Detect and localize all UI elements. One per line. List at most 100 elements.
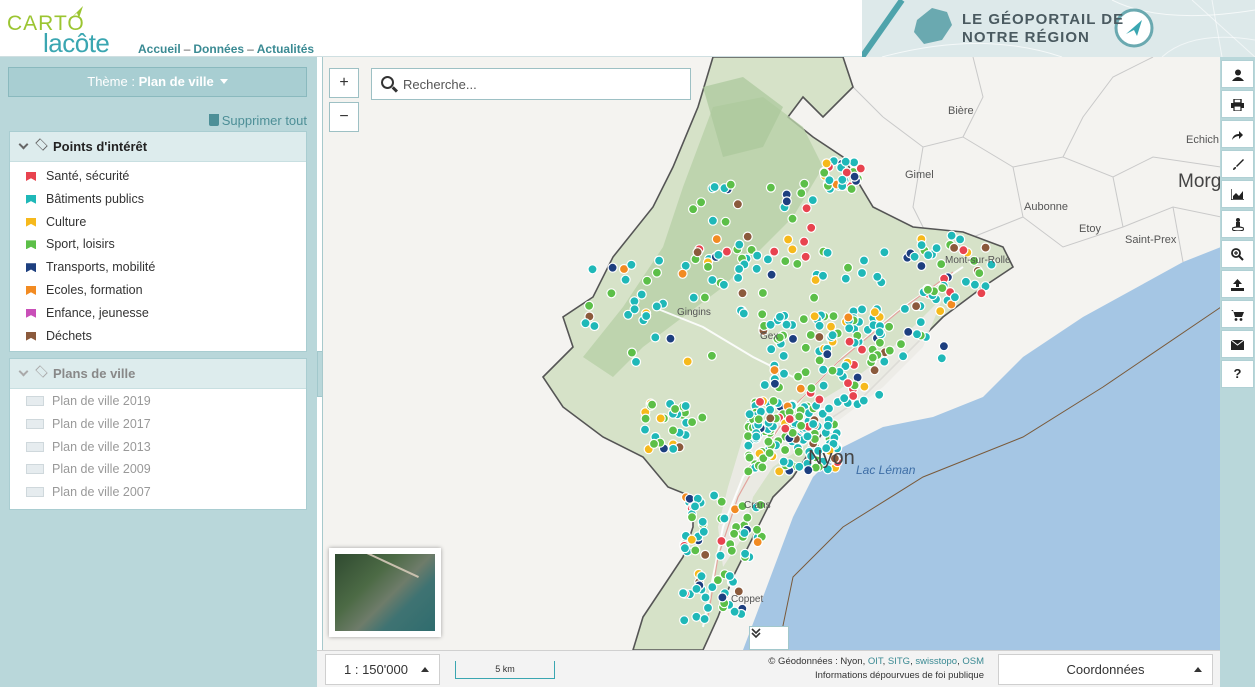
credit-link-sitg[interactable]: SITG	[888, 656, 910, 667]
poi-marker[interactable]	[793, 446, 804, 457]
poi-marker[interactable]	[976, 288, 987, 299]
credit-link-swisstopo[interactable]: swisstopo	[915, 656, 957, 667]
poi-marker[interactable]	[855, 163, 866, 174]
poi-marker[interactable]	[642, 275, 653, 286]
poi-marker[interactable]	[856, 344, 868, 355]
poi-marker[interactable]	[691, 583, 702, 595]
poi-marker[interactable]	[769, 378, 780, 389]
poi-marker[interactable]	[822, 247, 833, 258]
poi-marker[interactable]	[828, 311, 839, 322]
poi-marker[interactable]	[806, 222, 817, 233]
poi-marker[interactable]	[768, 395, 779, 407]
poi-marker[interactable]	[679, 615, 690, 626]
poi-marker[interactable]	[724, 570, 735, 582]
poi-marker[interactable]	[709, 490, 720, 501]
poi-marker[interactable]	[686, 512, 698, 523]
poi-marker[interactable]	[948, 242, 960, 253]
poi-marker[interactable]	[844, 336, 855, 347]
poi-marker[interactable]	[822, 420, 833, 431]
poi-marker[interactable]	[774, 311, 785, 322]
poi-marker[interactable]	[757, 462, 768, 473]
poi-marker[interactable]	[794, 461, 805, 472]
poi-marker[interactable]	[680, 400, 691, 412]
poi-marker[interactable]	[690, 545, 701, 556]
poi-marker[interactable]	[958, 245, 969, 256]
poi-marker[interactable]	[806, 383, 817, 394]
poi-marker[interactable]	[763, 436, 774, 447]
poi-marker[interactable]	[762, 254, 773, 265]
poi-marker[interactable]	[647, 399, 658, 410]
poi-layer-item[interactable]: Déchets	[10, 325, 306, 348]
poi-marker[interactable]	[867, 352, 878, 363]
poi-marker[interactable]	[936, 353, 947, 364]
poi-marker[interactable]	[689, 501, 701, 512]
credit-link-oit[interactable]: OIT	[868, 656, 883, 667]
poi-marker[interactable]	[980, 242, 991, 253]
poi-marker[interactable]	[757, 287, 768, 299]
poi-marker[interactable]	[842, 378, 854, 389]
poi-marker[interactable]	[821, 158, 832, 169]
help-icon[interactable]: ?	[1221, 360, 1254, 388]
poi-marker[interactable]	[897, 351, 909, 362]
poi-marker[interactable]	[843, 312, 854, 323]
poi-marker[interactable]	[974, 268, 985, 279]
poi-marker[interactable]	[651, 301, 662, 312]
poi-layer-item[interactable]: Ecoles, formation	[10, 279, 306, 302]
poi-marker[interactable]	[780, 423, 791, 434]
poi-marker[interactable]	[740, 548, 751, 559]
zoom-icon[interactable]	[1221, 240, 1254, 268]
poi-marker[interactable]	[752, 537, 763, 548]
nav-actualites[interactable]: Actualités	[257, 42, 314, 56]
poi-marker[interactable]	[626, 259, 637, 270]
poi-marker[interactable]	[844, 323, 855, 334]
poi-marker[interactable]	[814, 355, 825, 366]
poi-marker[interactable]	[817, 270, 829, 281]
poi-marker[interactable]	[780, 256, 791, 267]
poi-marker[interactable]	[922, 284, 934, 295]
poi-layer-item[interactable]: Santé, sécurité	[10, 165, 306, 188]
poi-marker[interactable]	[792, 258, 803, 269]
poi-marker[interactable]	[757, 309, 768, 320]
poi-marker[interactable]	[707, 215, 718, 226]
poi-marker[interactable]	[787, 213, 798, 224]
poi-marker[interactable]	[766, 269, 777, 280]
poi-marker[interactable]	[879, 247, 890, 258]
poi-marker[interactable]	[903, 326, 914, 337]
poi-marker[interactable]	[910, 301, 922, 312]
poi-marker[interactable]	[729, 528, 740, 539]
poi-marker[interactable]	[626, 347, 637, 358]
poi-marker[interactable]	[780, 444, 791, 456]
poi-marker[interactable]	[801, 203, 812, 214]
poi-marker[interactable]	[677, 268, 688, 279]
poi-marker[interactable]	[699, 613, 710, 625]
poi-marker[interactable]	[696, 571, 707, 582]
poi-marker[interactable]	[682, 356, 693, 367]
expand-bottom-button[interactable]	[749, 626, 789, 650]
poi-marker[interactable]	[687, 417, 698, 428]
poi-marker[interactable]	[802, 431, 813, 442]
poi-layer-item[interactable]: Transports, mobilité	[10, 256, 306, 279]
poi-marker[interactable]	[781, 196, 792, 207]
nav-accueil[interactable]: Accueil	[138, 42, 181, 56]
poi-marker[interactable]	[884, 345, 895, 356]
poi-marker[interactable]	[711, 234, 722, 245]
poi-marker[interactable]	[911, 329, 923, 340]
poi-marker[interactable]	[700, 549, 711, 560]
poi-marker[interactable]	[729, 606, 740, 617]
poi-marker[interactable]	[800, 342, 811, 353]
carto-lacote-logo[interactable]: CARTO lacôte	[7, 4, 132, 58]
poi-marker[interactable]	[641, 310, 652, 322]
poi-marker[interactable]	[648, 438, 660, 449]
poi-marker[interactable]	[839, 393, 850, 404]
poi-marker[interactable]	[765, 182, 776, 193]
coordinates-selector[interactable]: Coordonnées	[998, 654, 1213, 685]
poi-marker[interactable]	[665, 333, 676, 344]
poi-layer-item[interactable]: Sport, loisirs	[10, 233, 306, 256]
poi-marker[interactable]	[765, 404, 776, 415]
poi-layer-item[interactable]: Culture	[10, 211, 306, 234]
poi-marker[interactable]	[874, 389, 885, 400]
poi-layer-item[interactable]: Enfance, jeunesse	[10, 302, 306, 325]
poi-marker[interactable]	[858, 395, 869, 406]
poi-marker[interactable]	[764, 447, 775, 459]
poi-marker[interactable]	[935, 306, 946, 317]
